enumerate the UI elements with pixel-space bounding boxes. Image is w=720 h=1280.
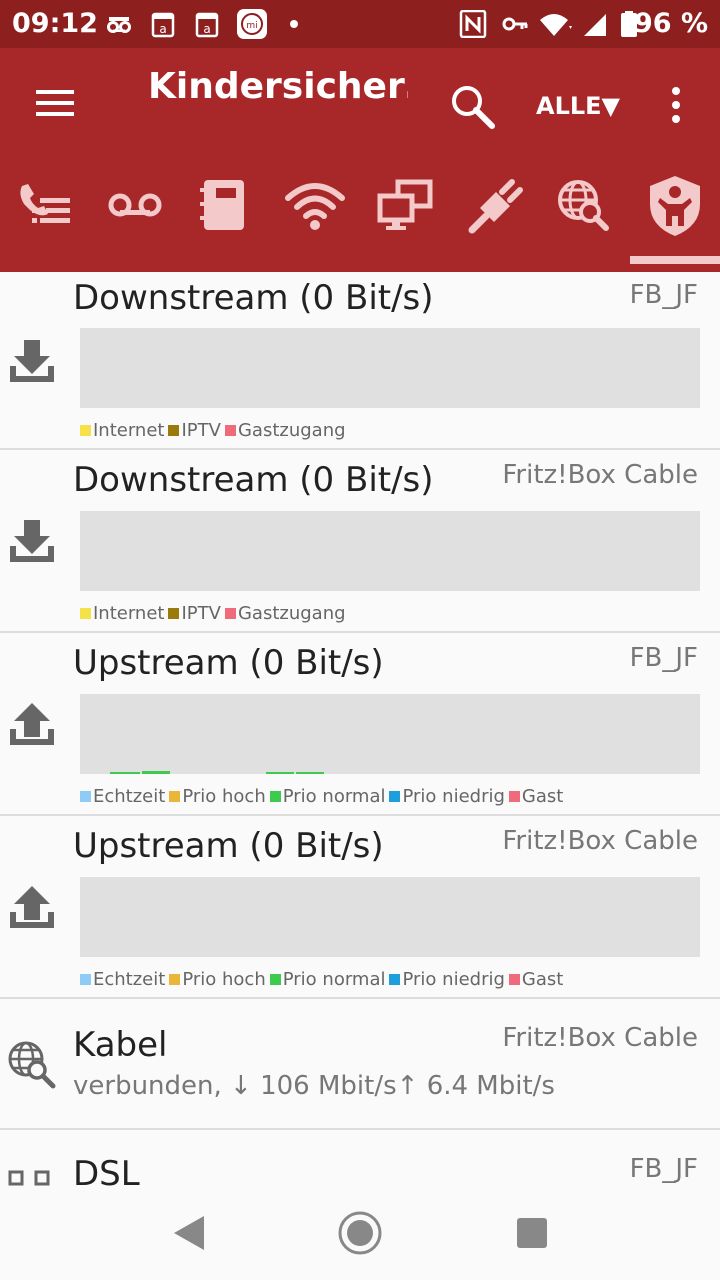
device-name: Fritz!Box Cable xyxy=(502,460,698,490)
downstream-chart xyxy=(80,511,700,591)
traffic-bar xyxy=(296,772,324,774)
upstream-card[interactable]: Upstream (0 Bit/s) FB_JF Echtzeit Prio h… xyxy=(0,633,720,816)
overflow-menu-icon[interactable] xyxy=(666,86,686,124)
device-name: Fritz!Box Cable xyxy=(502,826,698,856)
dsl-connection-card[interactable]: DSL FB_JF xyxy=(0,1130,720,1186)
nfc-icon xyxy=(459,10,487,38)
tab-phonebook[interactable] xyxy=(186,168,260,242)
page-title: Kindersicher… xyxy=(148,66,408,107)
legend-item: Gast xyxy=(508,969,563,990)
key-icon xyxy=(502,17,528,31)
app-bar: Kindersicher… ALLE▼ xyxy=(0,48,720,272)
device-name: Fritz!Box Cable xyxy=(502,1023,698,1053)
home-icon[interactable] xyxy=(335,1208,385,1258)
downstream-card[interactable]: Downstream (0 Bit/s) FB_JF Internet IPTV… xyxy=(0,272,720,450)
legend-item: Prio niedrig xyxy=(389,786,505,807)
chart-legend: Internet IPTV Gastzugang xyxy=(80,603,350,624)
tab-globe-search[interactable] xyxy=(546,168,620,242)
legend-item: Gastzugang xyxy=(224,420,346,441)
recents-icon[interactable] xyxy=(507,1208,557,1258)
filter-dropdown[interactable]: ALLE▼ xyxy=(536,92,620,120)
back-icon[interactable] xyxy=(166,1208,216,1258)
downstream-chart xyxy=(80,328,700,408)
upstream-chart xyxy=(80,694,700,774)
tab-wifi[interactable] xyxy=(278,168,352,242)
card-title: Upstream (0 Bit/s) xyxy=(73,826,384,866)
svg-text:mi: mi xyxy=(246,21,257,31)
dot-icon xyxy=(290,20,298,28)
device-name: FB_JF xyxy=(629,280,698,310)
legend-item: Prio normal xyxy=(269,786,385,807)
upstream-chart xyxy=(80,877,700,957)
chart-legend: Internet IPTV Gastzugang xyxy=(80,420,350,441)
status-time: 09:12 xyxy=(12,8,98,39)
download-icon xyxy=(10,340,54,382)
connection-status: verbunden, ↓ 106 Mbit/s↑ 6.4 Mbit/s xyxy=(73,1071,555,1101)
traffic-bar xyxy=(110,772,140,774)
mi-icon: mi xyxy=(237,9,267,39)
legend-item: Gast xyxy=(508,786,563,807)
card-title: Downstream (0 Bit/s) xyxy=(73,460,434,500)
legend-item: Prio niedrig xyxy=(389,969,505,990)
legend-item: Gastzugang xyxy=(224,603,346,624)
upload-icon xyxy=(10,703,54,745)
wifi-icon xyxy=(540,14,572,36)
signal-icon xyxy=(584,14,606,36)
legend-item: Prio hoch xyxy=(169,786,266,807)
navigation-bar xyxy=(0,1186,720,1280)
calendar-a-icon: a xyxy=(195,12,219,38)
battery-percent: 96 % xyxy=(633,8,708,39)
upstream-card[interactable]: Upstream (0 Bit/s) Fritz!Box Cable Echtz… xyxy=(0,816,720,999)
dsl-icon xyxy=(8,1170,50,1186)
download-icon xyxy=(10,520,54,562)
calendar-a-icon: a xyxy=(151,12,175,38)
card-title: Downstream (0 Bit/s) xyxy=(73,278,434,318)
search-icon[interactable] xyxy=(448,82,496,130)
tab-network[interactable] xyxy=(368,168,442,242)
legend-item: IPTV xyxy=(168,420,221,441)
upload-icon xyxy=(10,886,54,928)
traffic-bar xyxy=(142,771,170,774)
chart-legend: Echtzeit Prio hoch Prio normal Prio nied… xyxy=(80,969,567,990)
content-list[interactable]: Downstream (0 Bit/s) FB_JF Internet IPTV… xyxy=(0,272,720,1186)
tab-indicator xyxy=(630,256,720,264)
chart-legend: Echtzeit Prio hoch Prio normal Prio nied… xyxy=(80,786,567,807)
cable-connection-card[interactable]: Kabel Fritz!Box Cable verbunden, ↓ 106 M… xyxy=(0,999,720,1130)
legend-item: IPTV xyxy=(168,603,221,624)
svg-text:a: a xyxy=(159,22,166,36)
legend-item: Echtzeit xyxy=(80,786,165,807)
legend-item: Echtzeit xyxy=(80,969,165,990)
legend-item: Internet xyxy=(80,603,164,624)
voicemail-icon xyxy=(107,17,131,33)
svg-text:a: a xyxy=(203,22,210,36)
status-bar: 09:12 a a mi 96 % xyxy=(0,0,720,48)
card-title: DSL xyxy=(73,1154,140,1186)
traffic-bar xyxy=(266,772,294,774)
downstream-card[interactable]: Downstream (0 Bit/s) Fritz!Box Cable Int… xyxy=(0,450,720,633)
device-name: FB_JF xyxy=(629,1154,698,1184)
globe-search-icon xyxy=(8,1041,56,1089)
menu-icon[interactable] xyxy=(36,88,76,118)
tab-call-list[interactable] xyxy=(10,168,84,242)
legend-item: Prio hoch xyxy=(169,969,266,990)
card-title: Upstream (0 Bit/s) xyxy=(73,643,384,683)
tab-plug[interactable] xyxy=(458,168,532,242)
legend-item: Prio normal xyxy=(269,969,385,990)
device-name: FB_JF xyxy=(629,643,698,673)
tab-child-protection[interactable] xyxy=(638,168,712,242)
tab-voicemail[interactable] xyxy=(98,168,172,242)
card-title: Kabel xyxy=(73,1025,168,1065)
legend-item: Internet xyxy=(80,420,164,441)
